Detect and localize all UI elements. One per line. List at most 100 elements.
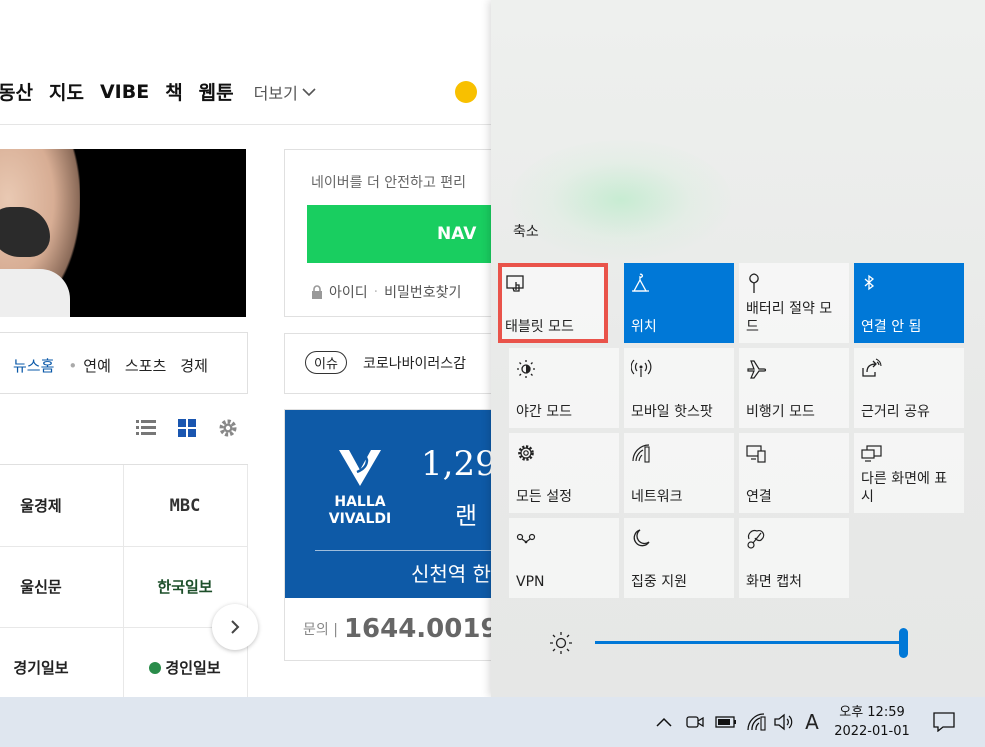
clock[interactable]: 오후 12:59 2022-01-01 bbox=[826, 697, 918, 747]
press-item[interactable]: 경기일보 bbox=[0, 627, 124, 697]
nav-item-realestate[interactable]: 동산 bbox=[0, 78, 33, 105]
news-tabs: 뉴스홈 • 연예 스포츠 경제 bbox=[0, 332, 248, 394]
press-item[interactable]: 울신문 bbox=[0, 546, 124, 628]
press-grid: 울경제 MBC 울신문 한국일보 경기일보 경인일보 bbox=[0, 464, 248, 697]
promo-banner[interactable] bbox=[0, 149, 246, 317]
network-icon bbox=[632, 444, 650, 463]
action-center-panel: 축소 태블릿 모드 위치 배터리 절약 모드 연결 안 됨 야간 모드 모바일 … bbox=[491, 0, 985, 697]
ad-phone-label: 문의 | bbox=[303, 622, 338, 638]
quick-action-project[interactable]: 다른 화면에 표시 bbox=[854, 433, 964, 513]
bluetooth-icon bbox=[864, 274, 875, 291]
brightness-slider[interactable] bbox=[549, 628, 909, 658]
press-item[interactable]: 울경제 bbox=[0, 465, 124, 547]
quick-action-label: 비행기 모드 bbox=[746, 404, 815, 420]
quick-action-label: 배터리 절약 모드 bbox=[746, 301, 833, 335]
vivaldi-logo-icon bbox=[339, 450, 381, 486]
ad-phone-row: 문의 | 1644.0019 bbox=[303, 614, 499, 644]
issue-ticker[interactable]: 이슈 코로나바이러스감 bbox=[284, 333, 506, 394]
nav-more-button[interactable]: 더보기 bbox=[254, 80, 316, 104]
quick-action-location[interactable]: 위치 bbox=[624, 263, 734, 343]
quick-action-tablet-mode[interactable]: 태블릿 모드 bbox=[498, 263, 608, 343]
quick-action-label: 집중 지원 bbox=[631, 574, 687, 590]
quick-action-bluetooth[interactable]: 연결 안 됨 bbox=[854, 263, 964, 343]
login-promo-text: 네이버를 더 안전하고 편리 bbox=[311, 175, 467, 191]
quick-action-label: VPN bbox=[516, 574, 545, 590]
quick-action-connect[interactable]: 연결 bbox=[739, 433, 849, 513]
quick-action-nearby-share[interactable]: 근거리 공유 bbox=[854, 348, 964, 428]
network-button[interactable] bbox=[744, 697, 770, 747]
mobile-hotspot-icon bbox=[631, 359, 652, 377]
meet-now-button[interactable] bbox=[682, 697, 708, 747]
screen-snip-icon bbox=[747, 529, 765, 549]
quick-action-network[interactable]: 네트워크 bbox=[624, 433, 734, 513]
quick-action-label: 다른 화면에 표시 bbox=[861, 471, 948, 505]
brightness-thumb[interactable] bbox=[899, 628, 908, 658]
ad-headline-number: 1,29 bbox=[421, 444, 497, 484]
show-hidden-icons-button[interactable] bbox=[652, 697, 676, 747]
ad-phone-number: 1644.0019 bbox=[343, 614, 499, 644]
naver-login-button[interactable]: NAV bbox=[307, 205, 505, 263]
tablet-mode-icon bbox=[506, 275, 524, 292]
notification-center-button[interactable] bbox=[930, 697, 958, 747]
login-links: 아이디 · 비밀번호찾기 bbox=[311, 282, 461, 302]
press-item[interactable]: MBC bbox=[123, 465, 248, 547]
volume-button[interactable] bbox=[772, 697, 796, 747]
quick-action-mobile-hotspot[interactable]: 모바일 핫스팟 bbox=[624, 348, 734, 428]
nav-item-vibe[interactable]: VIBE bbox=[100, 81, 149, 103]
nav-more-label: 더보기 bbox=[253, 83, 298, 103]
quick-action-label: 연결 bbox=[746, 489, 772, 505]
find-password-link[interactable]: 비밀번호찾기 bbox=[384, 282, 461, 302]
airplane-icon bbox=[747, 360, 767, 379]
ime-indicator[interactable]: A bbox=[800, 697, 824, 747]
speaker-icon bbox=[774, 713, 793, 731]
project-icon bbox=[861, 445, 882, 462]
nav-item-map[interactable]: 지도 bbox=[49, 78, 84, 105]
chevron-right-icon bbox=[231, 620, 240, 634]
find-id-link[interactable]: 아이디 bbox=[329, 282, 368, 302]
quick-action-label: 위치 bbox=[631, 319, 657, 335]
news-link-economy[interactable]: 경제 bbox=[180, 355, 208, 376]
quick-action-airplane-mode[interactable]: 비행기 모드 bbox=[739, 348, 849, 428]
list-view-icon[interactable] bbox=[136, 419, 156, 437]
grid-view-icon[interactable] bbox=[178, 419, 196, 437]
quick-action-label: 야간 모드 bbox=[516, 404, 572, 420]
press-name: 울경제 bbox=[20, 497, 62, 515]
quick-action-night-light[interactable]: 야간 모드 bbox=[509, 348, 619, 428]
clock-time: 오후 12:59 bbox=[839, 705, 905, 720]
battery-button[interactable] bbox=[712, 697, 740, 747]
quick-action-all-settings[interactable]: 모든 설정 bbox=[509, 433, 619, 513]
quick-action-focus-assist[interactable]: 집중 지원 bbox=[624, 518, 734, 598]
camera-icon bbox=[686, 716, 704, 728]
clock-date: 2022-01-01 bbox=[834, 724, 910, 739]
ad-banner[interactable]: HALLA VIVALDI 1,29 랜 신천역 한 문의 | 1644.0019 bbox=[284, 409, 506, 661]
chevron-up-icon bbox=[656, 717, 672, 727]
news-link-entertainment[interactable]: 연예 bbox=[83, 355, 111, 376]
quick-action-battery-saver[interactable]: 배터리 절약 모드 bbox=[739, 263, 849, 343]
quick-action-label: 화면 캡처 bbox=[746, 574, 802, 590]
news-link-sports[interactable]: 스포츠 bbox=[125, 355, 166, 376]
press-name: 경기일보 bbox=[13, 659, 69, 677]
lock-icon bbox=[312, 285, 322, 299]
brightness-track[interactable] bbox=[595, 641, 903, 644]
press-name: 한국일보 bbox=[157, 578, 213, 596]
nav-item-webtoon[interactable]: 웹툰 bbox=[199, 78, 234, 105]
ad-logo-line2: VIVALDI bbox=[328, 511, 392, 527]
nearby-share-icon bbox=[862, 358, 882, 377]
collapse-button[interactable]: 축소 bbox=[513, 221, 539, 241]
news-home-link[interactable]: 뉴스홈 bbox=[13, 355, 54, 376]
quick-action-label: 태블릿 모드 bbox=[505, 319, 574, 335]
taskbar: A 오후 12:59 2022-01-01 bbox=[0, 697, 985, 747]
login-box: 네이버를 더 안전하고 편리 NAV 아이디 · 비밀번호찾기 bbox=[284, 149, 506, 317]
settings-gear-icon[interactable] bbox=[218, 418, 238, 438]
issue-headline: 코로나바이러스감 bbox=[363, 356, 467, 372]
press-name: 울신문 bbox=[20, 578, 62, 596]
ad-visual: HALLA VIVALDI 1,29 랜 신천역 한 bbox=[285, 410, 505, 598]
quick-action-vpn[interactable]: VPN bbox=[509, 518, 619, 598]
ad-logo-line1: HALLA bbox=[334, 494, 386, 510]
quick-action-screen-snip[interactable]: 화면 캡처 bbox=[739, 518, 849, 598]
notification-icon bbox=[933, 712, 955, 732]
nav-item-book[interactable]: 책 bbox=[165, 78, 182, 105]
next-arrow-button[interactable] bbox=[212, 604, 258, 650]
wifi-icon bbox=[747, 713, 766, 731]
ad-station-text: 신천역 한 bbox=[411, 562, 491, 586]
